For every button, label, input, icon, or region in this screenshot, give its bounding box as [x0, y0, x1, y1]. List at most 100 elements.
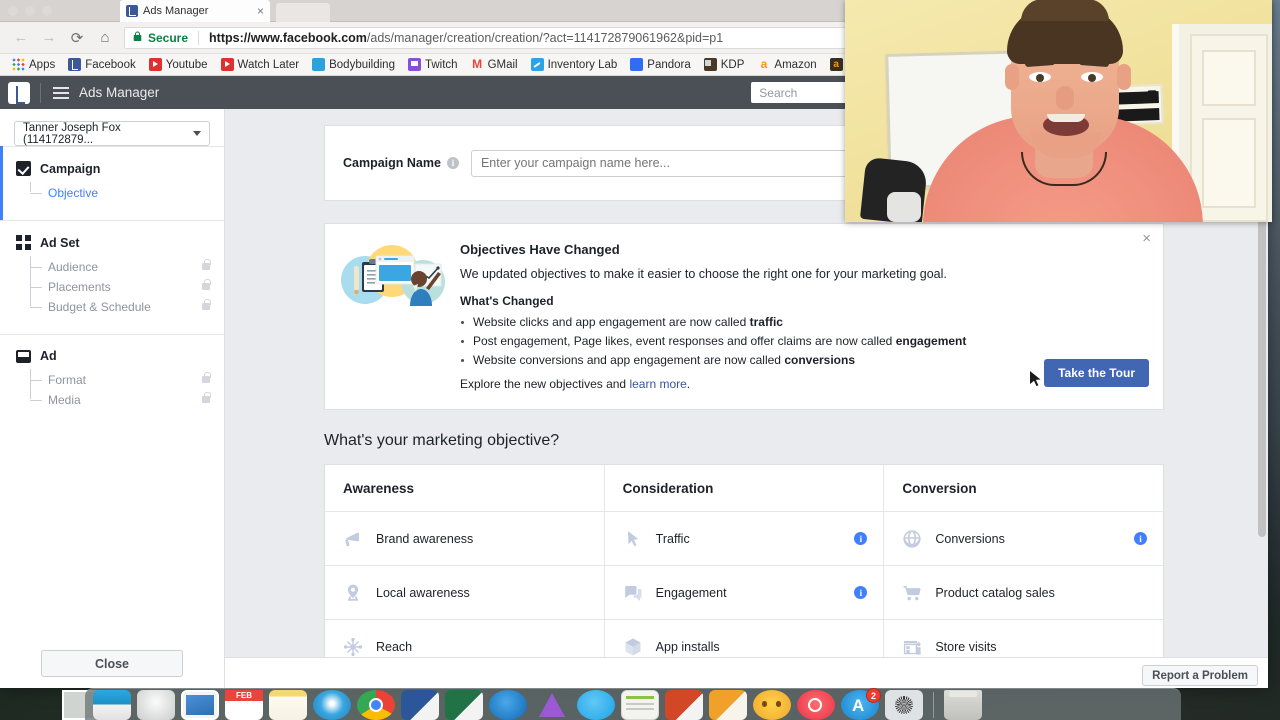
shopping-cart-icon	[902, 583, 922, 603]
sidebar-section-label: Campaign	[40, 161, 101, 176]
lock-icon	[202, 372, 211, 386]
bookmark-gmail[interactable]: M GMail	[465, 55, 524, 74]
dock-item-pages[interactable]	[621, 690, 659, 720]
bookmark-twitch[interactable]: Twitch	[402, 55, 464, 74]
mouse-cursor	[1030, 371, 1041, 388]
new-tab-button[interactable]	[276, 3, 330, 22]
minimize-window-button[interactable]	[25, 6, 35, 16]
objective-label: Engagement	[655, 585, 727, 600]
sidebar-section-header[interactable]: Ad Set	[0, 235, 224, 250]
dock-item-photos[interactable]	[181, 690, 219, 720]
reload-icon[interactable]: ⟳	[64, 25, 90, 51]
objective-label: Product catalog sales	[935, 585, 1055, 600]
sidebar-section-header[interactable]: Campaign	[0, 161, 224, 176]
sidebar-section-campaign: Campaign Objective	[0, 146, 224, 220]
home-icon[interactable]: ⌂	[92, 25, 118, 51]
objectives-section-title: What's your marketing objective?	[324, 432, 560, 449]
dock-item-calendar[interactable]: FEB	[225, 690, 263, 720]
window-traffic-lights[interactable]	[8, 6, 52, 16]
objective-traffic[interactable]: Traffic i	[604, 512, 884, 566]
sidebar-item-placements[interactable]: Placements	[30, 278, 224, 296]
dock-item-word[interactable]	[401, 690, 439, 720]
amazon-seller-icon: a	[829, 58, 843, 71]
sidebar-item-budget-schedule[interactable]: Budget & Schedule	[30, 298, 224, 316]
bookmark-youtube[interactable]: Youtube	[143, 55, 214, 74]
bullet-text: Post engagement, Page likes, event respo…	[473, 334, 896, 348]
take-the-tour-button[interactable]: Take the Tour	[1044, 359, 1149, 387]
dock-item-dashboard[interactable]	[93, 690, 131, 720]
hamburger-menu-icon[interactable]	[53, 86, 69, 99]
forward-icon[interactable]: →	[36, 25, 62, 51]
objective-conversions[interactable]: Conversions i	[884, 512, 1164, 566]
dock-item-music[interactable]	[797, 690, 835, 720]
browser-tab[interactable]: Ads Manager ×	[120, 0, 270, 22]
bookmark-apps[interactable]: Apps	[6, 55, 61, 74]
sidebar-item-audience[interactable]: Audience	[30, 258, 224, 276]
learn-more-link[interactable]: learn more	[629, 377, 686, 391]
objective-product-catalog-sales[interactable]: Product catalog sales	[884, 566, 1164, 620]
dock-item-safari[interactable]	[313, 690, 351, 720]
info-circle-icon[interactable]: i	[854, 532, 868, 545]
bookmark-label: Youtube	[165, 58, 208, 71]
bookmark-inventory-lab[interactable]: Inventory Lab	[525, 55, 624, 74]
info-circle-icon[interactable]: i	[854, 586, 868, 599]
objective-local-awareness[interactable]: Local awareness	[325, 566, 604, 620]
back-icon[interactable]: ←	[8, 25, 34, 51]
chevron-down-icon	[193, 131, 201, 136]
white-object	[887, 192, 921, 222]
bookmark-facebook[interactable]: Facebook	[62, 55, 142, 74]
pandora-icon	[630, 58, 644, 71]
dock-item-skype[interactable]	[489, 690, 527, 720]
amazon-icon: a	[760, 57, 768, 71]
close-button[interactable]: Close	[41, 650, 183, 677]
dock-item-mail[interactable]	[137, 690, 175, 720]
dock-item-chrome[interactable]	[357, 690, 395, 720]
macos-dock: FEB A 2	[85, 688, 1181, 720]
objective-engagement[interactable]: Engagement i	[604, 566, 884, 620]
sidebar-item-media[interactable]: Media	[30, 391, 224, 409]
facebook-logo-icon[interactable]	[8, 81, 30, 104]
whats-changed-list: Website clicks and app engagement are no…	[460, 315, 1143, 367]
globe-icon	[902, 529, 922, 549]
report-a-problem-button[interactable]: Report a Problem	[1142, 665, 1258, 686]
objective-column-conversion: Conversion Conversions i Product catalog…	[884, 465, 1164, 674]
info-circle-icon[interactable]: i	[1134, 532, 1148, 545]
reach-burst-icon	[343, 637, 363, 657]
dock-item-powerpoint[interactable]	[665, 690, 703, 720]
list-item: Website conversions and app engagement a…	[460, 353, 1143, 367]
person-ear-left	[1005, 64, 1019, 90]
info-circle-icon[interactable]: i	[446, 157, 459, 169]
dock-item-finder-face[interactable]	[753, 690, 791, 720]
dock-item-excel[interactable]	[445, 690, 483, 720]
dock-item-trash[interactable]	[944, 690, 982, 720]
dock-item-notes[interactable]	[269, 690, 307, 720]
sidebar-section-header[interactable]: Ad	[0, 349, 224, 363]
bullet-text: Website conversions and app engagement a…	[473, 353, 785, 367]
bookmark-kdp[interactable]: KDP	[698, 55, 751, 74]
bookmark-amazon[interactable]: a Amazon	[751, 55, 822, 74]
maximize-window-button[interactable]	[42, 6, 52, 16]
close-icon[interactable]: ×	[257, 4, 264, 18]
dock-item-app-store[interactable]: A 2	[841, 688, 881, 720]
objective-brand-awareness[interactable]: Brand awareness	[325, 512, 604, 566]
sidebar-item-objective[interactable]: Objective	[30, 184, 224, 202]
dock-item-system-preferences[interactable]	[885, 690, 923, 720]
bullet-emphasis: traffic	[749, 315, 783, 329]
bookmark-pandora[interactable]: Pandora	[624, 55, 696, 74]
bookmark-bodybuilding[interactable]: Bodybuilding	[306, 55, 401, 74]
dock-item-messages[interactable]	[577, 690, 615, 720]
cursor-arrow-icon	[623, 529, 643, 549]
lock-icon	[202, 279, 211, 293]
bookmark-watch-later[interactable]: Watch Later	[215, 55, 306, 74]
bullet-emphasis: conversions	[784, 353, 856, 367]
dock-item-publisher[interactable]	[709, 690, 747, 720]
page-scrollbar[interactable]	[1258, 145, 1266, 669]
person-ear-right	[1117, 64, 1131, 90]
sidebar-item-format[interactable]: Format	[30, 371, 224, 389]
close-window-button[interactable]	[8, 6, 18, 16]
objective-label: App installs	[655, 640, 720, 654]
close-icon[interactable]: ×	[1142, 230, 1151, 247]
dock-item-keynote[interactable]	[533, 690, 571, 720]
ad-account-selector[interactable]: Tanner Joseph Fox (114172879...	[14, 121, 210, 146]
